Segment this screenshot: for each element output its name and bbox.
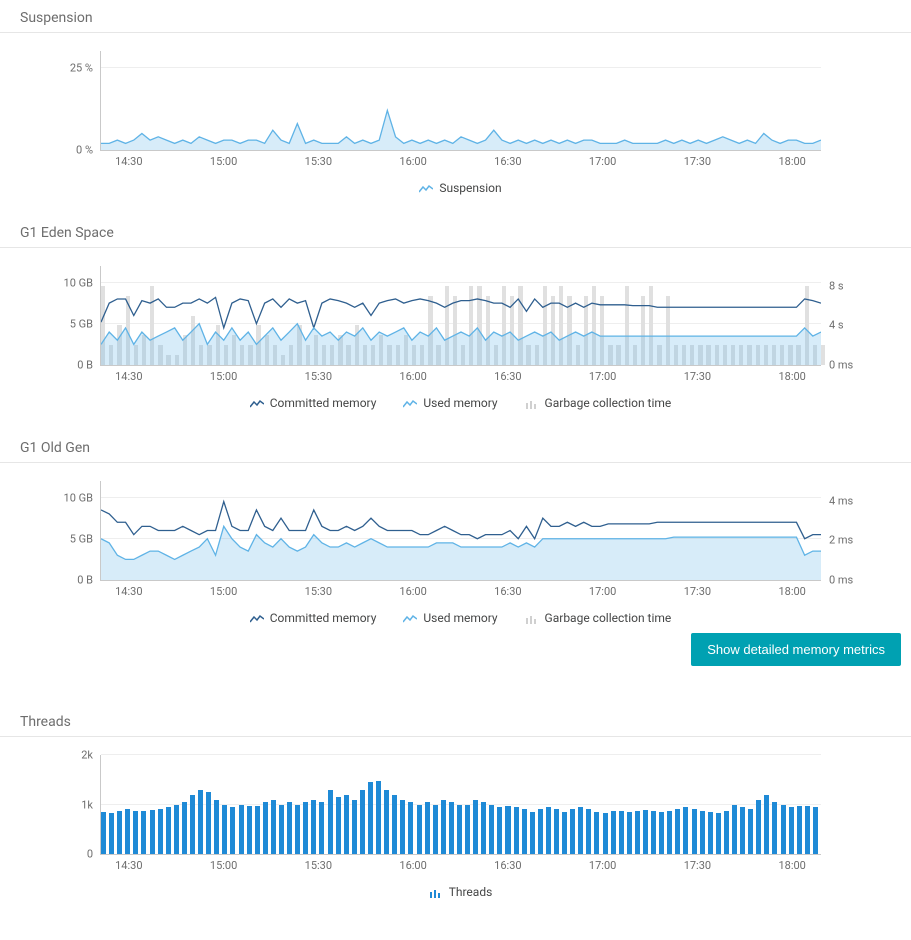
y-tick: 0 B: [77, 574, 101, 587]
legend-label: Garbage collection time: [545, 396, 672, 410]
x-tick: 18:00: [778, 370, 805, 383]
x-tick: 16:30: [494, 155, 521, 168]
section-title: G1 Old Gen: [0, 430, 911, 463]
x-tick: 18:00: [778, 585, 805, 598]
y2-tick: 4 s: [821, 319, 844, 332]
legend-label: Used memory: [423, 611, 497, 625]
x-tick: 17:00: [589, 155, 616, 168]
x-tick: 17:00: [589, 370, 616, 383]
x-tick: 18:00: [778, 859, 805, 872]
x-tick: 15:00: [210, 585, 237, 598]
y-tick: 0 %: [76, 144, 101, 157]
legend-label: Threads: [449, 885, 493, 899]
bar-icon: [429, 887, 443, 897]
chart-eden: 0 B 5 GB 10 GB 0 ms 4 s 8 s 14:30 15:00 15…: [0, 266, 911, 412]
y2-tick: 8 s: [821, 279, 844, 292]
section-eden: G1 Eden Space 0 B 5 GB 10 GB 0 ms 4 s 8 …: [0, 215, 911, 412]
x-tick: 15:00: [210, 859, 237, 872]
line-icon: [250, 398, 264, 408]
legend: Committed memory Used memory Garbage col…: [50, 396, 871, 412]
x-tick: 15:00: [210, 155, 237, 168]
section-title: Threads: [0, 704, 911, 737]
bar-icon: [525, 398, 539, 408]
x-tick: 17:30: [684, 370, 711, 383]
legend-item-committed[interactable]: Committed memory: [250, 396, 377, 410]
y-tick: 2k: [81, 749, 101, 762]
legend-item-threads[interactable]: Threads: [429, 885, 493, 899]
x-tick: 14:30: [115, 155, 142, 168]
legend-item-used[interactable]: Used memory: [403, 611, 497, 625]
x-tick: 14:30: [115, 859, 142, 872]
y-tick: 10 GB: [64, 276, 101, 289]
y-tick: 25 %: [70, 61, 101, 74]
x-tick: 15:30: [305, 585, 332, 598]
area-icon: [419, 183, 433, 193]
legend-label: Suspension: [439, 181, 501, 195]
section-title: G1 Eden Space: [0, 215, 911, 248]
y-tick: 1k: [81, 798, 101, 811]
y-tick: 0 B: [77, 359, 101, 372]
x-tick: 15:30: [305, 370, 332, 383]
legend-label: Used memory: [423, 396, 497, 410]
area-icon: [403, 398, 417, 408]
x-tick: 15:00: [210, 370, 237, 383]
section-threads: Threads 0 1k 2k 14:30 15:00 15:30 16:00 16:3…: [0, 704, 911, 901]
chart-threads: 0 1k 2k 14:3015:0015:3016:0016:3017:0017…: [0, 755, 911, 901]
x-tick: 16:30: [494, 370, 521, 383]
x-tick: 14:30: [115, 585, 142, 598]
x-tick: 17:00: [589, 859, 616, 872]
x-tick: 16:00: [399, 155, 426, 168]
legend-label: Committed memory: [270, 396, 377, 410]
legend: Committed memory Used memory Garbage col…: [50, 611, 871, 627]
x-tick: 17:30: [684, 859, 711, 872]
legend: Threads: [50, 885, 871, 901]
x-tick: 16:00: [399, 370, 426, 383]
x-tick: 15:30: [305, 859, 332, 872]
y-tick: 0: [87, 848, 101, 861]
x-tick: 17:30: [684, 155, 711, 168]
x-tick: 16:30: [494, 585, 521, 598]
x-tick: 16:00: [399, 585, 426, 598]
y2-tick: 2 ms: [821, 534, 853, 547]
x-tick: 17:00: [589, 585, 616, 598]
legend-label: Committed memory: [270, 611, 377, 625]
y-tick: 5 GB: [70, 317, 101, 330]
x-tick: 18:00: [778, 155, 805, 168]
y-tick: 5 GB: [70, 532, 101, 545]
legend-item-gc[interactable]: Garbage collection time: [525, 611, 672, 625]
chart-oldgen: 0 B 5 GB 10 GB 0 ms 2 ms 4 ms 14:30 15:00…: [0, 481, 911, 627]
area-icon: [403, 613, 417, 623]
x-tick: 16:30: [494, 859, 521, 872]
section-title: Suspension: [0, 0, 911, 33]
legend: Suspension: [50, 181, 871, 197]
chart-suspension: 0 % 25 % 14:30 15:00 15:30 16:00 16:30 17:00 1…: [0, 51, 911, 197]
bar-icon: [525, 613, 539, 623]
legend-item-gc[interactable]: Garbage collection time: [525, 396, 672, 410]
section-oldgen: G1 Old Gen 0 B 5 GB 10 GB 0 ms 2 ms 4 ms…: [0, 430, 911, 686]
y2-tick: 4 ms: [821, 494, 853, 507]
x-tick: 17:30: [684, 585, 711, 598]
show-detailed-memory-button[interactable]: Show detailed memory metrics: [691, 633, 901, 666]
line-icon: [250, 613, 264, 623]
legend-item-committed[interactable]: Committed memory: [250, 611, 377, 625]
y-tick: 10 GB: [64, 491, 101, 504]
section-suspension: Suspension 0 % 25 % 14:30 15:00 15:30 16:00…: [0, 0, 911, 197]
legend-label: Garbage collection time: [545, 611, 672, 625]
x-tick: 14:30: [115, 370, 142, 383]
y2-tick: 0 ms: [821, 359, 853, 372]
legend-item-suspension[interactable]: Suspension: [419, 181, 501, 195]
x-tick: 16:00: [399, 859, 426, 872]
x-tick: 15:30: [305, 155, 332, 168]
legend-item-used[interactable]: Used memory: [403, 396, 497, 410]
y2-tick: 0 ms: [821, 574, 853, 587]
